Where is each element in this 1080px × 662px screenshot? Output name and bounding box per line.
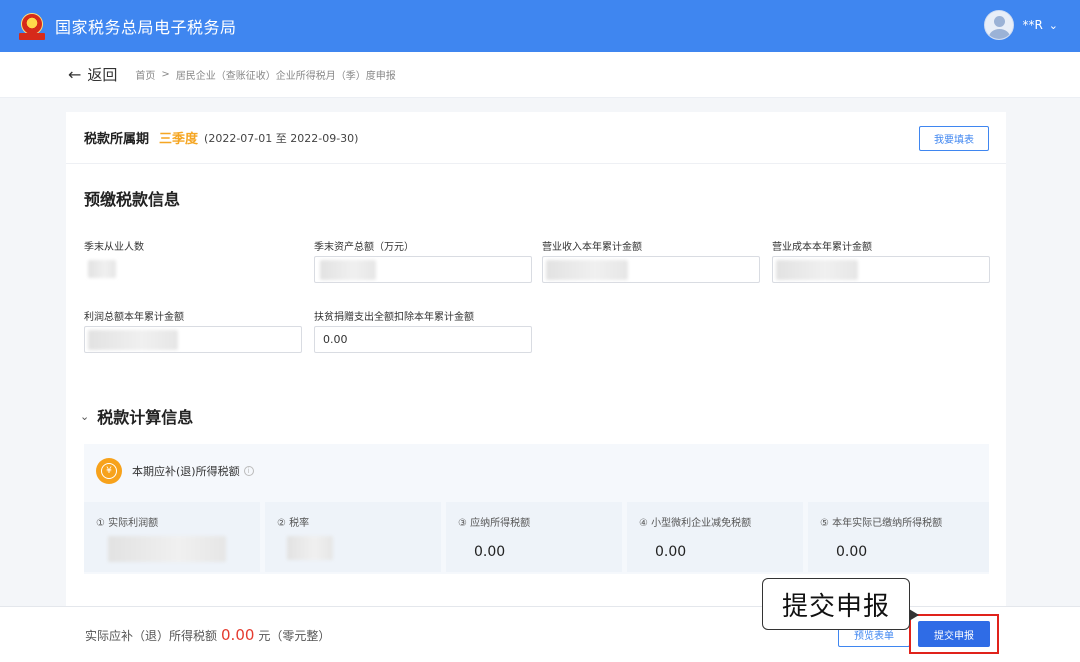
back-button[interactable]: ← 返回: [68, 64, 117, 85]
tax-total-prefix: 实际应补（退）所得税额: [85, 628, 218, 643]
tax-due-label: 本期应补(退)所得税额: [132, 465, 240, 478]
redacted-value: [287, 536, 333, 560]
metric-value: 0.00: [474, 544, 506, 560]
metric-label: ② 税率: [277, 518, 310, 529]
breadcrumb-current: 居民企业（查账征收）企业所得税月（季）度申报: [175, 71, 396, 82]
metric-label: ④ 小型微利企业减免税额: [639, 518, 752, 529]
field-label-donation: 扶贫捐赠支出全额扣除本年累计金额: [314, 312, 474, 323]
metric-tax-payable: ③ 应纳所得税额 0.00: [446, 502, 622, 572]
period-range: (2022-07-01 至 2022-09-30): [204, 131, 359, 145]
tax-total-amount: 0.00: [221, 625, 255, 644]
top-header: 国家税务总局电子税务局 **R ⌄: [0, 0, 1080, 52]
metric-tax-paid: ⑤ 本年实际已缴纳所得税额 0.00: [808, 502, 989, 572]
chevron-down-icon[interactable]: ⌄: [80, 410, 89, 423]
metric-label: ⑤ 本年实际已缴纳所得税额: [820, 518, 943, 529]
arrow-left-icon[interactable]: ←: [68, 65, 81, 84]
redacted-value: [320, 260, 376, 280]
breadcrumb-home[interactable]: 首页: [135, 67, 155, 82]
site-title[interactable]: 国家税务总局电子税务局: [55, 14, 237, 38]
redacted-value: [776, 260, 858, 280]
user-name[interactable]: **R: [1022, 18, 1042, 32]
submit-callout: 提交申报: [762, 578, 919, 630]
user-menu[interactable]: **R ⌄: [984, 10, 1058, 40]
metric-small-business-relief: ④ 小型微利企业减免税额 0.00: [627, 502, 803, 572]
calc-section-header[interactable]: ⌄ 税款计算信息: [80, 404, 193, 428]
avatar-icon[interactable]: [984, 10, 1015, 40]
chevron-down-icon[interactable]: ⌄: [1049, 19, 1058, 32]
tax-period-row: 税款所属期 三季度 (2022-07-01 至 2022-09-30) 我要填表: [66, 112, 1006, 164]
period-quarter: 三季度: [159, 132, 199, 147]
field-label-revenue: 营业收入本年累计金额: [542, 242, 642, 253]
coin-icon: ¥: [96, 458, 122, 484]
metric-label: ① 实际利润额: [96, 518, 159, 529]
tax-calc-panel: ¥ 本期应补(退)所得税额 i ① 实际利润额 ② 税率 ③ 应纳所得税额 0.…: [84, 444, 989, 574]
tax-due-summary: ¥ 本期应补(退)所得税额 i: [96, 458, 254, 484]
redacted-value: [88, 330, 178, 350]
metric-tax-rate: ② 税率: [265, 502, 441, 572]
redacted-value: [88, 260, 116, 278]
period-label: 税款所属期: [84, 132, 150, 147]
tax-total-suffix: 元（零元整）: [258, 628, 331, 643]
breadcrumb-bar: ← 返回 首页 > 居民企业（查账征收）企业所得税月（季）度申报: [0, 52, 1080, 98]
submit-button[interactable]: 提交申报: [918, 621, 990, 647]
declaration-card: 税款所属期 三季度 (2022-07-01 至 2022-09-30) 我要填表…: [66, 112, 1006, 632]
fill-form-button[interactable]: 我要填表: [919, 126, 989, 151]
employees-field[interactable]: [84, 256, 302, 283]
tax-emblem-icon: [17, 11, 47, 41]
breadcrumb-separator: >: [161, 69, 170, 80]
back-label[interactable]: 返回: [87, 64, 117, 85]
tax-total-summary: 实际应补（退）所得税额 0.00 元（零元整）: [85, 626, 330, 644]
info-icon[interactable]: i: [243, 466, 254, 476]
field-label-assets: 季末资产总额（万元）: [314, 242, 414, 253]
metric-actual-profit: ① 实际利润额: [84, 502, 260, 572]
redacted-value: [546, 260, 628, 280]
metric-value: 0.00: [655, 544, 687, 560]
redacted-value: [108, 536, 226, 562]
prepay-section-title: 预缴税款信息: [84, 190, 181, 209]
donation-field[interactable]: 0.00: [314, 326, 532, 353]
metric-label: ③ 应纳所得税额: [458, 518, 531, 529]
field-label-employees: 季末从业人数: [84, 242, 144, 253]
calc-section-title: 税款计算信息: [97, 408, 194, 427]
field-label-cost: 营业成本本年累计金额: [772, 242, 872, 253]
metric-value: 0.00: [836, 544, 868, 560]
field-label-profit: 利润总额本年累计金额: [84, 312, 184, 323]
breadcrumb: 首页 > 居民企业（查账征收）企业所得税月（季）度申报: [135, 67, 395, 82]
